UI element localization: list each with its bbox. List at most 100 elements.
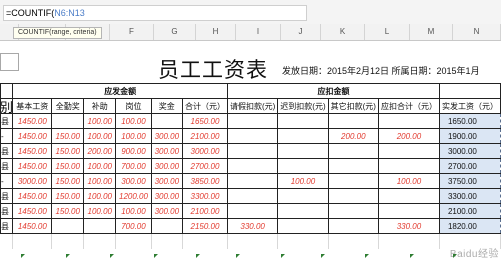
row-stub[interactable]: 县 <box>0 203 14 219</box>
cell-total[interactable]: 2150.00 <box>181 218 228 234</box>
row-stub[interactable]: 县 <box>0 188 14 204</box>
cell-empty[interactable] <box>378 233 440 249</box>
sheet-title[interactable]: 员工工资表 <box>158 54 268 84</box>
cell-empty[interactable] <box>115 233 152 249</box>
cell-subsidy[interactable]: 100.00 <box>83 203 117 219</box>
cell-total[interactable]: 2100.00 <box>181 128 228 144</box>
cell-deduct-total[interactable]: 200.00 <box>377 128 440 144</box>
column-header-m[interactable]: M <box>410 24 453 40</box>
cell-empty[interactable] <box>83 233 117 249</box>
cell-total[interactable]: 2100.00 <box>181 203 228 219</box>
cell-position[interactable]: 100.00 <box>115 203 152 219</box>
cell-leave[interactable] <box>226 143 279 159</box>
header-deduct-total[interactable]: 应扣合计（元） <box>377 98 440 114</box>
cell-base[interactable]: 3000.00 <box>12 173 53 189</box>
cell-total[interactable]: 3850.00 <box>181 173 228 189</box>
cell-attendance[interactable] <box>51 113 85 129</box>
cell-bonus[interactable]: 300.00 <box>150 203 183 219</box>
cell-late[interactable] <box>277 203 329 219</box>
cell-position[interactable]: 700.00 <box>115 218 152 234</box>
cell-total[interactable]: 3300.00 <box>181 188 228 204</box>
cell-subsidy[interactable]: 200.00 <box>83 143 117 159</box>
cell-leave[interactable] <box>226 188 279 204</box>
cell-other[interactable] <box>327 158 379 174</box>
cell-deduct-total[interactable] <box>377 188 440 204</box>
cell-attendance[interactable] <box>51 218 85 234</box>
cell-bonus[interactable] <box>150 218 183 234</box>
formula-input[interactable]: =COUNTIF(N6:N13 <box>3 5 307 21</box>
header-base[interactable]: 基本工资 <box>12 98 53 114</box>
row-stub[interactable]: 县 <box>0 218 14 234</box>
cell-attendance[interactable]: 150.00 <box>51 143 85 159</box>
cell-empty[interactable] <box>12 233 53 249</box>
cell-late[interactable] <box>277 113 329 129</box>
cell-other[interactable] <box>327 188 379 204</box>
cell-deduct-total[interactable]: 100.00 <box>377 173 440 189</box>
cell-subsidy[interactable]: 100.00 <box>83 158 117 174</box>
cell-late[interactable] <box>277 158 329 174</box>
cell-total[interactable]: 1650.00 <box>181 113 228 129</box>
cell-base[interactable]: 1450.00 <box>12 128 53 144</box>
cell-bonus[interactable]: 300.00 <box>150 173 183 189</box>
cell-empty[interactable] <box>227 233 279 249</box>
cell-subsidy[interactable]: 100.00 <box>83 188 117 204</box>
cell-net[interactable]: 2100.00 <box>438 203 501 219</box>
column-header-g[interactable]: G <box>154 24 196 40</box>
cell-empty[interactable] <box>151 233 183 249</box>
group-header-stub[interactable] <box>0 83 14 99</box>
column-header-k[interactable]: K <box>321 24 365 40</box>
cell-total[interactable]: 2700.00 <box>181 158 228 174</box>
cell-base[interactable]: 1450.00 <box>12 188 53 204</box>
cell-position[interactable]: 700.00 <box>115 158 152 174</box>
cell-position[interactable]: 300.00 <box>115 173 152 189</box>
cell-other[interactable] <box>327 218 379 234</box>
header-position[interactable]: 岗位 <box>115 98 152 114</box>
cell-total[interactable]: 3000.00 <box>181 143 228 159</box>
cell-bonus[interactable]: 300.00 <box>150 143 183 159</box>
cell-subsidy[interactable]: 100.00 <box>83 128 117 144</box>
header-leave[interactable]: 请假扣款(元) <box>226 98 279 114</box>
cell-attendance[interactable]: 150.00 <box>51 173 85 189</box>
cell-attendance[interactable]: 150.00 <box>51 203 85 219</box>
header-late[interactable]: 迟到扣款(元) <box>277 98 329 114</box>
cell-net[interactable]: 1650.00 <box>438 113 501 129</box>
column-header-n[interactable]: N <box>453 24 501 40</box>
cell-deduct-total[interactable] <box>377 203 440 219</box>
row-stub[interactable]: 县 <box>0 158 14 174</box>
cell-leave[interactable] <box>226 173 279 189</box>
cell-net[interactable]: 2700.00 <box>438 158 501 174</box>
cell-empty[interactable] <box>0 233 14 249</box>
cell-late[interactable] <box>277 128 329 144</box>
cell-subsidy[interactable] <box>83 218 117 234</box>
cell-late[interactable] <box>277 218 329 234</box>
cell-late[interactable] <box>277 143 329 159</box>
cell-net[interactable]: 3000.00 <box>438 143 501 159</box>
cell-position[interactable]: 100.00 <box>115 128 152 144</box>
group-header-pay[interactable]: 应发金额 <box>12 83 228 99</box>
header-net[interactable]: 实发工资（元） <box>438 98 501 114</box>
cell-leave[interactable] <box>226 158 279 174</box>
cell-position[interactable]: 1200.00 <box>115 188 152 204</box>
cell-position[interactable]: 900.00 <box>115 143 152 159</box>
cell-late[interactable]: 100.00 <box>277 173 329 189</box>
cell-base[interactable]: 1450.00 <box>12 158 53 174</box>
cell-other[interactable] <box>327 203 379 219</box>
date-info[interactable]: 发放日期：2015年2月12日 所属日期：2015年1月 <box>282 64 480 77</box>
cell-other[interactable] <box>327 113 379 129</box>
cell-net[interactable]: 3300.00 <box>438 188 501 204</box>
cell-empty[interactable] <box>328 233 379 249</box>
header-stub[interactable] <box>0 98 14 114</box>
cell-leave[interactable] <box>226 203 279 219</box>
cell-subsidy[interactable]: 100.00 <box>83 173 117 189</box>
row-stub[interactable]: 县 <box>0 143 14 159</box>
cell-leave[interactable]: 330.00 <box>226 218 279 234</box>
cell-deduct-total[interactable]: 330.00 <box>377 218 440 234</box>
cell-subsidy[interactable]: 100.00 <box>83 113 117 129</box>
group-header-deduct[interactable]: 应扣金额 <box>226 83 440 99</box>
group-header-net-blank[interactable] <box>438 83 501 99</box>
row-stub[interactable]: 县 <box>0 113 14 129</box>
cell-net[interactable]: 1820.00 <box>438 218 501 234</box>
cell-leave[interactable] <box>226 128 279 144</box>
cell-base[interactable]: 1450.00 <box>12 143 53 159</box>
cell-bonus[interactable] <box>150 113 183 129</box>
